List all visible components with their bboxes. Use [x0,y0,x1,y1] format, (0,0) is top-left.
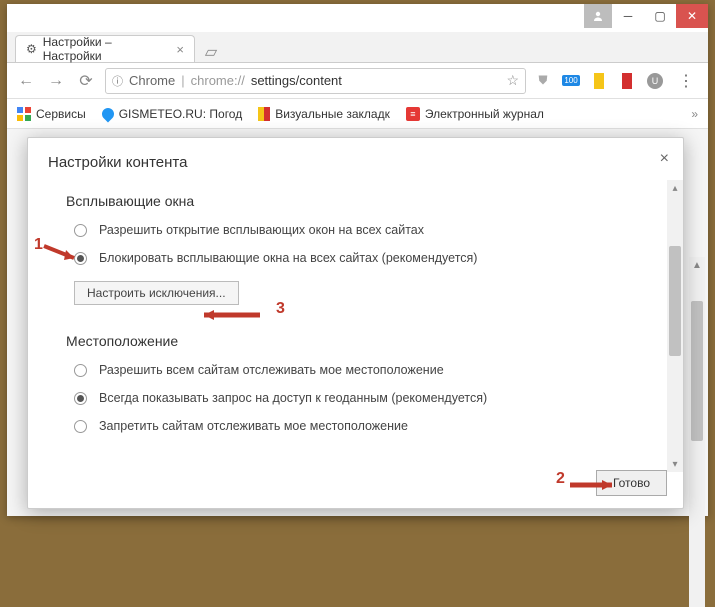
bookmark-star-icon[interactable]: ☆ [506,72,519,89]
dialog-close-button[interactable]: × [660,150,669,168]
visual-bookmarks-icon [258,107,270,121]
url-path: settings/content [251,73,342,88]
page-scrollbar[interactable]: ▲ [689,257,705,607]
new-tab-button[interactable]: ▱ [201,42,221,62]
radio-icon [74,364,87,377]
shield-icon[interactable]: ⛊ [534,72,552,90]
menu-button[interactable]: ⋮ [672,71,700,91]
close-tab-icon[interactable]: × [176,42,184,57]
window-titlebar: ─ ▢ ✕ [7,4,708,32]
radio-icon [74,224,87,237]
back-button[interactable]: ← [15,70,37,92]
bookmark-journal[interactable]: ≡Электронный журнал [406,107,544,121]
tab-title: Настройки – Настройки [43,35,167,63]
maximize-button[interactable]: ▢ [644,4,676,28]
chrome-window: ─ ▢ ✕ ⚙ Настройки – Настройки × ▱ ← → ⟳ … [7,4,708,516]
bookmark-red-icon[interactable] [618,72,636,90]
extension-badge-icon[interactable]: 100 [562,72,580,90]
bookmarks-overflow[interactable]: » [691,107,698,121]
popups-allow-radio[interactable]: Разрешить открытие всплывающих окон на в… [74,223,653,237]
toolbar: ← → ⟳ ⓘ Chrome | chrome://settings/conte… [7,63,708,99]
browser-tab[interactable]: ⚙ Настройки – Настройки × [15,35,195,62]
bookmarks-bar: Сервисы GISMETEO.RU: Погод Визуальные за… [7,99,708,129]
radio-icon [74,420,87,433]
journal-icon: ≡ [406,107,420,121]
location-heading: Местоположение [66,333,653,349]
apps-icon [17,107,31,121]
scroll-thumb[interactable] [691,301,703,441]
address-bar[interactable]: ⓘ Chrome | chrome://settings/content ☆ [105,68,526,94]
location-allow-radio[interactable]: Разрешить всем сайтам отслеживать мое ме… [74,363,653,377]
bookmark-yellow-icon[interactable] [590,72,608,90]
dialog-title: Настройки контента [48,154,187,171]
radio-icon [74,392,87,405]
profile-button[interactable] [584,4,612,28]
location-deny-radio[interactable]: Запретить сайтам отслеживать мое местопо… [74,419,653,433]
popups-block-radio[interactable]: Блокировать всплывающие окна на всех сай… [74,251,653,265]
droplet-icon [99,105,116,122]
done-button[interactable]: Готово [596,470,667,496]
bookmark-visual[interactable]: Визуальные закладк [258,107,390,121]
forward-button[interactable]: → [45,70,67,92]
bookmark-apps[interactable]: Сервисы [17,107,86,121]
ublock-icon[interactable]: U [646,72,664,90]
url-scheme: chrome:// [191,73,245,88]
popups-heading: Всплывающие окна [66,193,653,209]
popups-exceptions-button[interactable]: Настроить исключения... [74,281,239,305]
content-settings-dialog: Настройки контента × ▴ ▾ Всплывающие окн… [27,137,684,509]
content-area: ▲ Настройки контента × ▴ ▾ Всплывающие о… [7,129,708,516]
info-icon[interactable]: ⓘ [112,73,123,89]
bookmark-gismeteo[interactable]: GISMETEO.RU: Погод [102,107,243,121]
annotation-2: 2 [556,470,565,488]
url-chrome-label: Chrome [129,73,175,88]
tab-strip: ⚙ Настройки – Настройки × ▱ [7,32,708,63]
reload-button[interactable]: ⟳ [75,70,97,92]
close-window-button[interactable]: ✕ [676,4,708,28]
minimize-button[interactable]: ─ [612,4,644,28]
gear-icon: ⚙ [26,42,37,56]
location-ask-radio[interactable]: Всегда показывать запрос на доступ к гео… [74,391,653,405]
scroll-up-icon[interactable]: ▲ [689,257,705,273]
radio-icon [74,252,87,265]
